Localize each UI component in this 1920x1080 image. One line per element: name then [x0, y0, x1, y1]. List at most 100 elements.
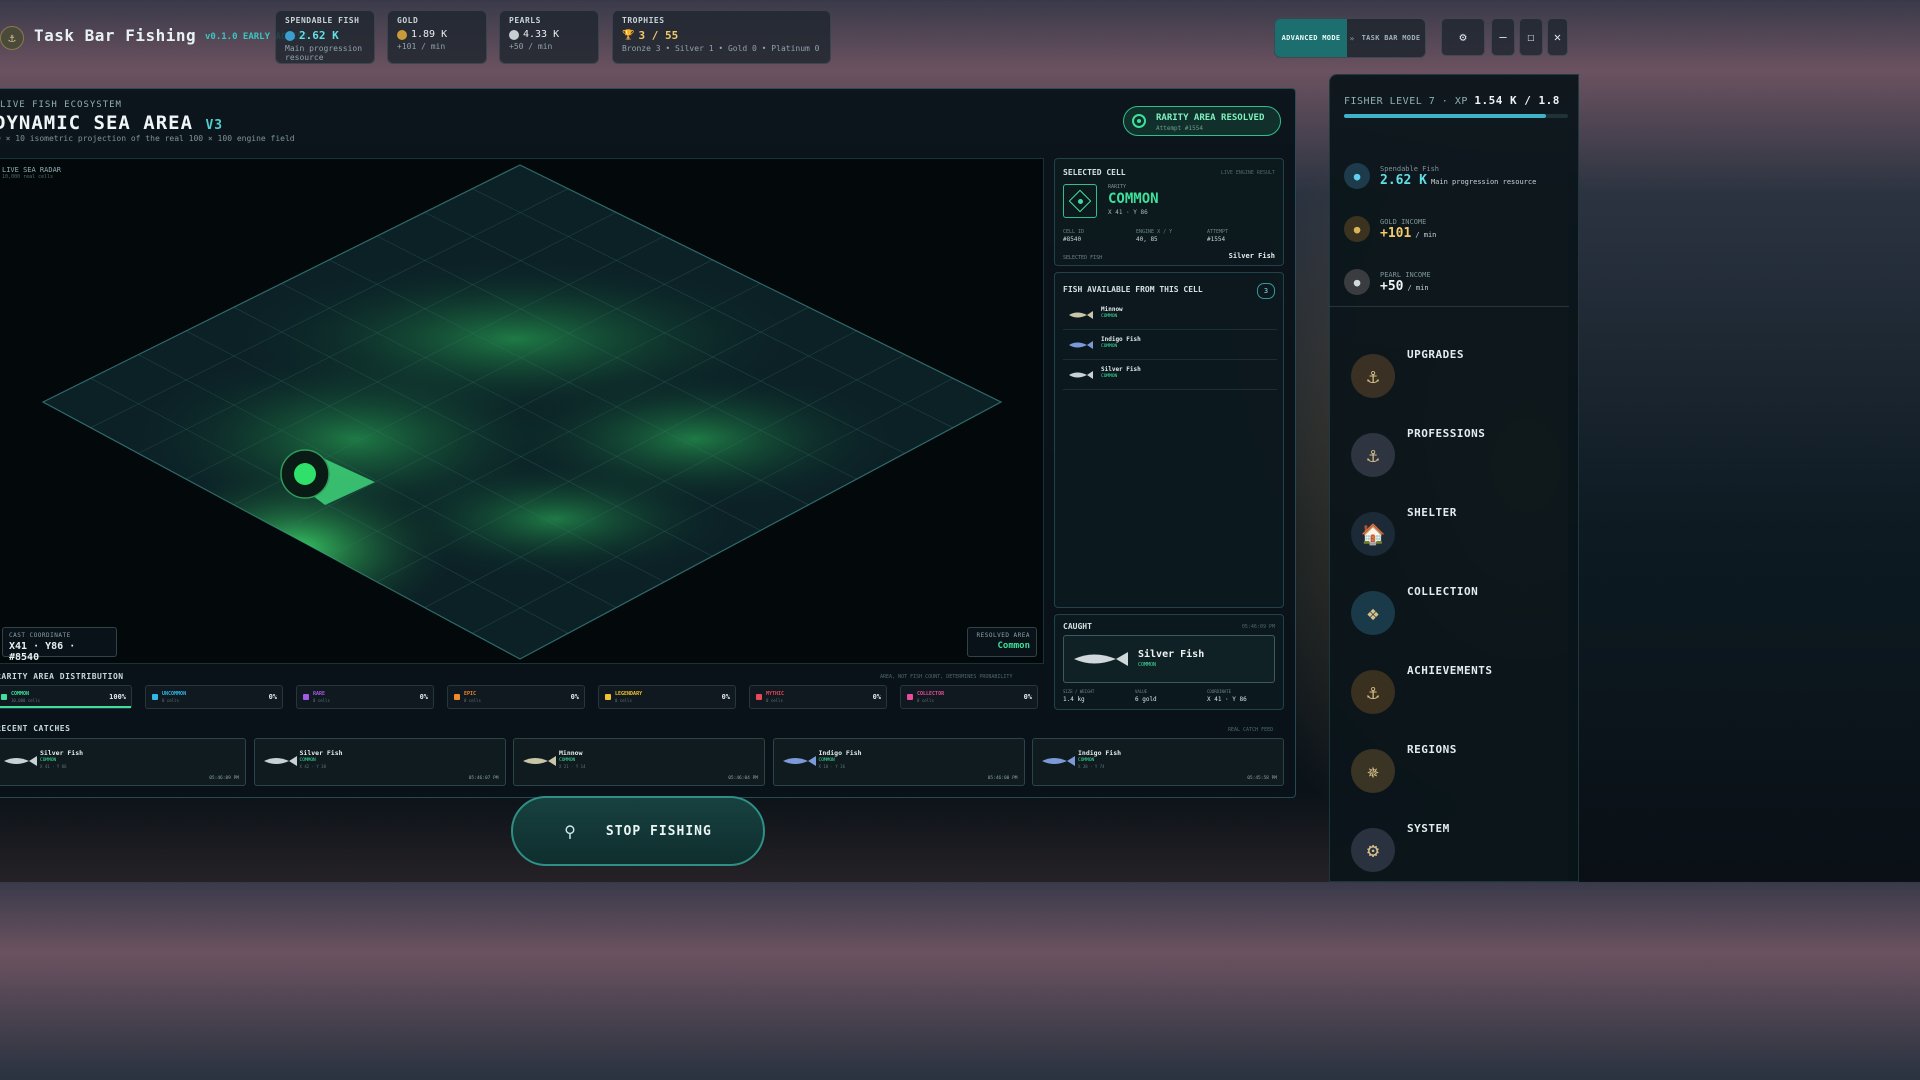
stat-label: PEARLS — [509, 16, 541, 25]
mode-separator: » — [1349, 33, 1355, 43]
map-compass-icon: ✵ — [1351, 749, 1395, 793]
catch-time: 05:46:09 PM — [209, 776, 239, 781]
cell-id-label: CELL ID — [1063, 229, 1085, 235]
rarity-color-swatch — [152, 694, 158, 700]
catch-rarity: COMMON — [40, 758, 57, 763]
rarity-name: MYTHIC — [766, 691, 785, 697]
selected-cell-panel: SELECTED CELL LIVE ENGINE RESULT RARITY … — [1054, 158, 1284, 266]
nav-shelter[interactable]: 🏠 SHELTER — [1345, 500, 1555, 570]
catch-time: 05:45:58 PM — [1247, 776, 1277, 781]
stat-gold: GOLD 1.89 K +101 / min — [387, 10, 487, 64]
recent-catch-card[interactable]: Silver Fish COMMON X 41 · Y 86 05:46:09 PM — [0, 738, 246, 786]
resolved-area-label: RESOLVED AREA — [976, 632, 1030, 639]
recent-catch-card[interactable]: Silver Fish COMMON X 42 · Y 38 05:46:07 PM — [253, 738, 506, 786]
rarity-dist-collector: COLLECTOR 0 cells 0% — [900, 685, 1038, 709]
rarity-name: UNCOMMON — [162, 691, 187, 697]
isometric-sea-grid[interactable] — [0, 159, 1043, 663]
stat-value: 3 / 55 — [638, 29, 679, 42]
selected-fish-label: SELECTED FISH — [1063, 255, 1103, 261]
rarity-cells: 0 cells — [917, 698, 934, 703]
cast-coordinate: CAST COORDINATE X41 · Y86 · #8540 — [2, 627, 117, 663]
stat-sub: Bronze 3 • Silver 1 • Gold 0 • Platinum … — [622, 44, 820, 53]
recent-catch-card[interactable]: Indigo Fish COMMON X 38 · Y 74 05:45:58 PM — [1032, 738, 1284, 786]
rarity-percent: 0% — [721, 693, 730, 701]
close-button[interactable]: ✕ — [1547, 18, 1568, 56]
rarity-color-swatch — [756, 694, 762, 700]
rarity-percent: 100% — [109, 693, 126, 701]
mode-switch: ADVANCED MODE » TASK BAR MODE — [1274, 18, 1426, 58]
fish-list-item[interactable]: Minnow COMMON — [1063, 301, 1277, 330]
sidebar-divider — [1329, 306, 1569, 307]
engine-value: 40, 85 — [1136, 236, 1158, 243]
resource-unit: / min — [1407, 283, 1429, 292]
resource-pearl-income: ● PEARL INCOME +50/ min — [1344, 264, 1564, 300]
maximize-button[interactable]: ☐ — [1519, 18, 1543, 56]
fish-icon — [285, 30, 295, 41]
caught-time: 05:46:09 PM — [1241, 624, 1275, 630]
catch-time: 05:46:07 PM — [468, 776, 499, 781]
resource-amount: +50 — [1380, 278, 1404, 294]
nav-system[interactable]: ⚙ SYSTEM — [1345, 816, 1555, 886]
fish-list-item[interactable]: Silver Fish COMMON — [1063, 361, 1277, 390]
rarity-name: COLLECTOR — [917, 691, 945, 697]
trophy-icon: 🏆 — [622, 30, 635, 41]
fish-list-item[interactable]: Indigo Fish COMMON — [1063, 331, 1277, 360]
resource-value: 2.62 K Main progression resource — [1380, 173, 1536, 188]
rarity-percent: 0% — [872, 693, 881, 701]
nav-collection[interactable]: ❖ COLLECTION — [1345, 579, 1555, 649]
size-label: SIZE / WEIGHT — [1063, 689, 1095, 694]
selected-fish-value: Silver Fish — [1228, 252, 1275, 260]
rarity-cells: 0 cells — [313, 698, 330, 703]
rarity-dist-mythic: MYTHIC 0 cells 0% — [749, 685, 887, 709]
nav-regions[interactable]: ✵ REGIONS — [1345, 737, 1555, 807]
rarity-percent: 0% — [1023, 693, 1032, 701]
coordinate-label: COORDINATE — [1207, 689, 1232, 694]
fish-rarity: COMMON — [1101, 374, 1118, 379]
stat-pearls: PEARLS 4.33 K +50 / min — [499, 10, 599, 64]
nav-professions[interactable]: ⚓ PROFESSIONS — [1345, 421, 1555, 491]
minimize-button[interactable]: — — [1491, 18, 1515, 56]
settings-gear-icon[interactable]: ⚙ — [1441, 18, 1485, 56]
rarity-color-swatch — [1, 694, 7, 700]
fish-rarity: COMMON — [1101, 314, 1118, 319]
caught-fish-card: Silver Fish COMMON — [1063, 635, 1275, 683]
rarity-cells: 0 cells — [464, 698, 481, 703]
catch-name: Silver Fish — [40, 749, 84, 757]
minnow-fish-icon — [1069, 311, 1093, 319]
nav-upgrades[interactable]: ⚓ UPGRADES — [1345, 342, 1555, 412]
recent-catch-card[interactable]: Minnow COMMON X 21 · Y 14 05:46:04 PM — [513, 738, 765, 786]
resource-gold-income: ● GOLD INCOME +101/ min — [1344, 211, 1564, 247]
stat-sub: +50 / min — [509, 42, 553, 51]
radar-sub: 10,000 real cells — [2, 174, 54, 180]
app-logo-icon: ⚓ — [0, 26, 24, 50]
rarity-percent: 0% — [419, 693, 428, 701]
stat-value: 1.89 K — [411, 29, 448, 40]
sea-radar[interactable] — [0, 158, 1044, 664]
catch-name: Minnow — [559, 749, 583, 757]
indigo-fish-icon — [1069, 341, 1093, 349]
fish-icon — [782, 756, 816, 766]
taskbar-mode-button[interactable]: TASK BAR MODE — [1357, 19, 1425, 57]
resolved-attempt: Attempt #1554 — [1156, 125, 1203, 132]
value-label: VALUE — [1135, 689, 1148, 694]
advanced-mode-button[interactable]: ADVANCED MODE — [1275, 19, 1347, 57]
rarity-percent: 0% — [570, 693, 579, 701]
nav-achievements[interactable]: ⚓ ACHIEVEMENTS — [1345, 658, 1555, 728]
cast-marker-dot — [294, 463, 316, 485]
rarity-dist-epic: EPIC 0 cells 0% — [447, 685, 585, 709]
rarity-resolved-badge: RARITY AREA RESOLVED Attempt #1554 — [1123, 106, 1281, 136]
stop-fishing-button[interactable]: ⚲ STOP FISHING — [511, 796, 765, 866]
rarity-dist-legendary: LEGENDARY 0 cells 0% — [598, 685, 736, 709]
recent-catch-card[interactable]: Indigo Fish COMMON X 10 · Y 36 05:46:00 PM — [772, 738, 1025, 786]
collection-book-icon: ❖ — [1351, 591, 1395, 635]
catch-coord: X 10 · Y 36 — [818, 764, 846, 769]
nav-label: REGIONS — [1407, 743, 1457, 756]
silver-fish-icon — [1069, 371, 1093, 379]
rarity-percent: 0% — [268, 693, 277, 701]
resource-label: PEARL INCOME — [1380, 270, 1431, 279]
cell-id-value: #8540 — [1063, 236, 1082, 243]
catch-name: Indigo Fish — [818, 749, 862, 757]
resource-value: +50/ min — [1380, 279, 1431, 294]
attempt-value: #1554 — [1207, 236, 1226, 243]
rarity-cells: 0 cells — [162, 698, 179, 703]
